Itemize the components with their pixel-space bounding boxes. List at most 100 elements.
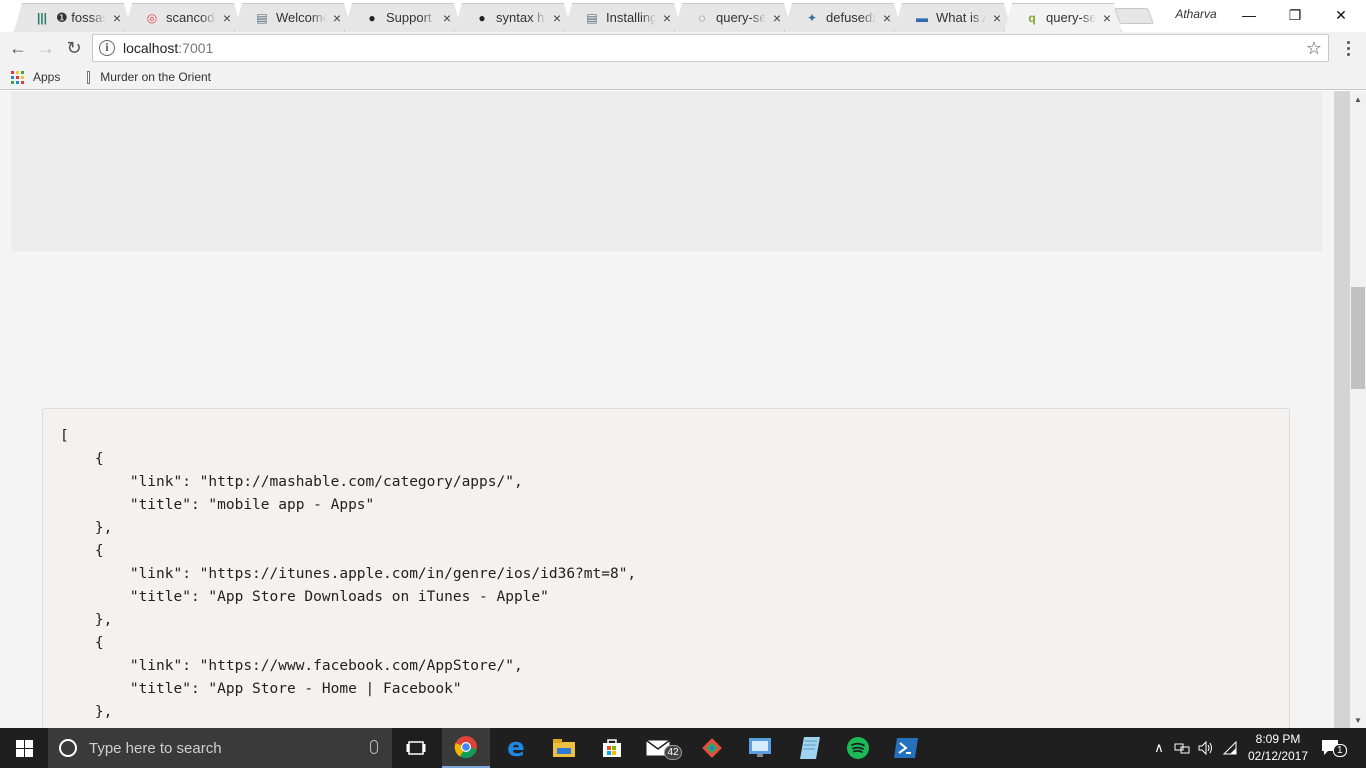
bookmark-label: Murder on the Orient xyxy=(100,70,211,84)
restore-icon[interactable]: ❐ xyxy=(1272,0,1318,30)
profile-button[interactable]: Atharva xyxy=(1166,7,1226,21)
notification-count: 1 xyxy=(1333,744,1347,757)
tab-title: ❶ fossasia xyxy=(56,9,106,25)
tab-title: scancode xyxy=(166,10,216,25)
bookmark-apps[interactable]: Apps xyxy=(11,68,60,86)
show-hidden-icons-chevron-icon[interactable]: ∧ xyxy=(1150,728,1168,768)
tab[interactable]: ▬ What is A × xyxy=(894,3,1012,32)
address-bar[interactable]: i localhost:7001 ☆ xyxy=(92,34,1329,62)
scrollbar-thumb[interactable] xyxy=(1351,287,1365,389)
tab[interactable]: ✦ defusedx × xyxy=(784,3,902,32)
start-button[interactable] xyxy=(0,728,48,768)
back-arrow-icon[interactable]: ← xyxy=(6,36,30,60)
windows-taskbar: Type here to search e 42 ∧ 8:09 PM 02/12… xyxy=(0,728,1366,768)
new-tab-button[interactable] xyxy=(1114,8,1154,24)
tab[interactable]: ||| ❶ fossasia × xyxy=(14,3,132,32)
tab[interactable]: ▤ Welcome × xyxy=(234,3,352,32)
q-icon: q xyxy=(1028,10,1036,25)
tab-title: query-se xyxy=(1046,10,1096,25)
mail-badge: 42 xyxy=(664,745,682,760)
volume-icon[interactable] xyxy=(1196,728,1216,768)
scroll-up-icon[interactable]: ▲ xyxy=(1350,91,1366,107)
action-center-icon[interactable]: 1 xyxy=(1320,738,1347,758)
content-panel xyxy=(11,91,1322,251)
wifi-icon[interactable] xyxy=(1220,728,1240,768)
microphone-icon[interactable] xyxy=(370,740,378,754)
tab-close-icon[interactable]: × xyxy=(880,11,894,25)
task-view-icon[interactable] xyxy=(392,728,440,768)
page-icon xyxy=(87,70,91,84)
tab-close-icon[interactable]: × xyxy=(550,11,564,25)
network-icon[interactable] xyxy=(1172,728,1192,768)
control-panel-icon[interactable] xyxy=(736,728,784,768)
tab-strip: ||| ❶ fossasia × ◎ scancode × ▤ Welcome × ● Suppor… xyxy=(0,0,1366,32)
site-icon: ▬ xyxy=(916,10,928,25)
tab-title: What is A xyxy=(936,10,986,25)
tab[interactable]: ▤ Installing × xyxy=(564,3,682,32)
tab[interactable]: q query-se × xyxy=(1004,3,1122,32)
notepad-icon[interactable] xyxy=(786,728,834,768)
scancode-icon: ◎ xyxy=(146,10,158,25)
docs-icon: ▤ xyxy=(256,10,268,25)
spotify-icon[interactable] xyxy=(834,728,882,768)
powershell-icon[interactable] xyxy=(882,728,930,768)
windows-logo-icon xyxy=(15,739,33,757)
tab-close-icon[interactable]: × xyxy=(770,11,784,25)
apps-grid-icon xyxy=(11,70,24,84)
info-icon[interactable]: i xyxy=(99,40,115,56)
taskbar-search[interactable]: Type here to search xyxy=(48,728,392,768)
json-result-box: [ { "link": "http://mashable.com/categor… xyxy=(42,408,1290,728)
chrome-icon[interactable] xyxy=(442,728,490,768)
file-explorer-icon[interactable] xyxy=(540,728,588,768)
close-window-icon[interactable]: ✕ xyxy=(1318,0,1364,30)
loading-icon: ◌ xyxy=(698,10,706,25)
docs-icon: ▤ xyxy=(586,10,598,25)
bookmarks-bar: Apps Murder on the Orient xyxy=(0,64,1366,90)
bookmark-star-icon[interactable]: ☆ xyxy=(1306,38,1322,59)
cortana-icon xyxy=(59,739,77,757)
tab-title: Support xyxy=(386,10,432,25)
tab-close-icon[interactable]: × xyxy=(660,11,674,25)
tab[interactable]: ◌ query-se × xyxy=(674,3,792,32)
tab[interactable]: ● Support × xyxy=(344,3,462,32)
tab-close-icon[interactable]: × xyxy=(440,11,454,25)
search-placeholder: Type here to search xyxy=(89,739,222,757)
fossasia-icon: ||| xyxy=(36,10,48,25)
tab-close-icon[interactable]: × xyxy=(220,11,234,25)
menu-kebab-icon[interactable] xyxy=(1340,36,1356,60)
minimize-icon[interactable]: — xyxy=(1226,0,1272,30)
page-viewport: [ { "link": "http://mashable.com/categor… xyxy=(0,91,1350,728)
edge-icon[interactable]: e xyxy=(492,728,540,768)
vertical-scrollbar[interactable]: ▲ ▼ xyxy=(1350,91,1366,728)
tab-title: Welcome xyxy=(276,10,326,25)
json-output: [ { "link": "http://mashable.com/categor… xyxy=(60,428,637,720)
mail-icon[interactable]: 42 xyxy=(638,728,686,768)
tab-close-icon[interactable]: × xyxy=(990,11,1004,25)
tab[interactable]: ◎ scancode × xyxy=(124,3,242,32)
tab-title: Installing xyxy=(606,10,656,25)
tab[interactable]: ● syntax hi × xyxy=(454,3,572,32)
scroll-down-icon[interactable]: ▼ xyxy=(1350,712,1366,728)
store-icon[interactable] xyxy=(588,728,636,768)
tab-close-icon[interactable]: × xyxy=(110,11,124,25)
tab-title: defusedx xyxy=(826,10,876,25)
tab-title: query-se xyxy=(716,10,766,25)
clock-time: 8:09 PM xyxy=(1255,732,1301,746)
python-icon: ✦ xyxy=(806,10,818,25)
page-edge xyxy=(1334,91,1350,728)
browser-toolbar: ← → ↻ i localhost:7001 ☆ xyxy=(0,32,1366,64)
taskbar-clock[interactable]: 8:09 PM 02/12/2017 xyxy=(1244,731,1312,765)
bookmark-murder-on-the-orient[interactable]: Murder on the Orient xyxy=(87,68,211,86)
address-port: :7001 xyxy=(178,40,214,56)
bookmark-label: Apps xyxy=(33,70,61,84)
address-host: localhost xyxy=(123,40,179,56)
tab-close-icon[interactable]: × xyxy=(1100,11,1114,25)
git-gui-icon[interactable] xyxy=(688,728,736,768)
github-icon: ● xyxy=(478,10,486,25)
reload-icon[interactable]: ↻ xyxy=(62,36,86,60)
tab-title: syntax hi xyxy=(496,10,546,25)
forward-arrow-icon[interactable]: → xyxy=(34,36,58,60)
clock-date: 02/12/2017 xyxy=(1247,749,1309,763)
github-icon: ● xyxy=(368,10,376,25)
tab-close-icon[interactable]: × xyxy=(330,11,344,25)
